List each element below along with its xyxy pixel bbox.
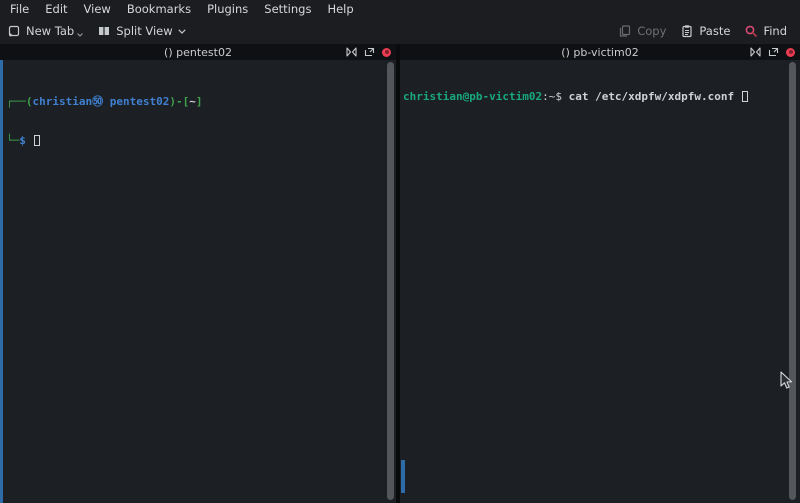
- copy-label: Copy: [637, 24, 666, 38]
- pane-titlebar-icons: [750, 44, 795, 60]
- terminal-cursor: [742, 91, 748, 102]
- split-view-button[interactable]: Split View: [90, 21, 192, 41]
- terminal-cursor: [34, 135, 40, 146]
- menu-help[interactable]: Help: [319, 1, 361, 17]
- menu-settings[interactable]: Settings: [256, 1, 319, 17]
- close-view-button[interactable]: [382, 48, 391, 57]
- terminal-pentest02[interactable]: ┌──(christian㊿ pentest02)-[~] └─$: [0, 60, 396, 503]
- new-tab-button[interactable]: New Tab: [0, 21, 90, 41]
- maximize-view-icon[interactable]: [750, 47, 761, 57]
- magnifier-icon: [744, 24, 758, 38]
- pane-title: () pentest02: [164, 46, 232, 59]
- menu-plugins[interactable]: Plugins: [199, 1, 256, 17]
- chevron-down-icon: [178, 29, 186, 34]
- konsole-window: File Edit View Bookmarks Plugins Setting…: [0, 0, 800, 503]
- menu-bar: File Edit View Bookmarks Plugins Setting…: [0, 0, 800, 18]
- split-view-label: Split View: [116, 24, 172, 38]
- scrollbar-thumb[interactable]: [387, 62, 394, 500]
- detach-view-icon[interactable]: [768, 47, 779, 57]
- split-view-icon: [97, 24, 111, 38]
- toolbar-right-group: Copy Paste: [611, 21, 794, 41]
- find-label: Find: [763, 24, 787, 38]
- main-toolbar: New Tab Split View: [0, 18, 800, 44]
- scroll-highlight-bar: [401, 460, 405, 493]
- command-line: christian@pb-victim02:~$ cat /etc/xdpfw/…: [403, 90, 800, 103]
- prompt-line-2: └─$: [6, 134, 396, 147]
- paste-label: Paste: [699, 24, 730, 38]
- pane-title: () pb-victim02: [561, 46, 638, 59]
- pane-titlebar[interactable]: () pentest02: [0, 44, 396, 60]
- copy-icon: [618, 24, 632, 38]
- paste-button[interactable]: Paste: [673, 21, 737, 41]
- detach-view-icon[interactable]: [364, 47, 375, 57]
- prompt-line-1: ┌──(christian㊿ pentest02)-[~]: [6, 95, 396, 108]
- terminal-pb-victim02[interactable]: christian@pb-victim02:~$ cat /etc/xdpfw/…: [400, 60, 800, 503]
- pane-titlebar[interactable]: () pb-victim02: [400, 44, 800, 60]
- terminal-pane-pentest02: () pentest02: [0, 44, 396, 503]
- menu-view[interactable]: View: [76, 1, 119, 17]
- pane-titlebar-icons: [346, 44, 391, 60]
- new-tab-label: New Tab: [26, 24, 74, 38]
- chevron-down-icon: [77, 33, 83, 37]
- paste-clipboard-icon: [680, 24, 694, 38]
- terminal-pane-pb-victim02: () pb-victim02: [400, 44, 800, 503]
- scrollbar-thumb[interactable]: [789, 62, 796, 500]
- menu-file[interactable]: File: [2, 1, 37, 17]
- copy-button[interactable]: Copy: [611, 21, 673, 41]
- menu-edit[interactable]: Edit: [37, 1, 75, 17]
- split-container: () pentest02: [0, 44, 800, 503]
- close-view-button[interactable]: [786, 48, 795, 57]
- menu-bookmarks[interactable]: Bookmarks: [119, 1, 199, 17]
- scroll-highlight-bar: [0, 60, 3, 503]
- find-button[interactable]: Find: [737, 21, 794, 41]
- tab-new-icon: [7, 24, 21, 38]
- maximize-view-icon[interactable]: [346, 47, 357, 57]
